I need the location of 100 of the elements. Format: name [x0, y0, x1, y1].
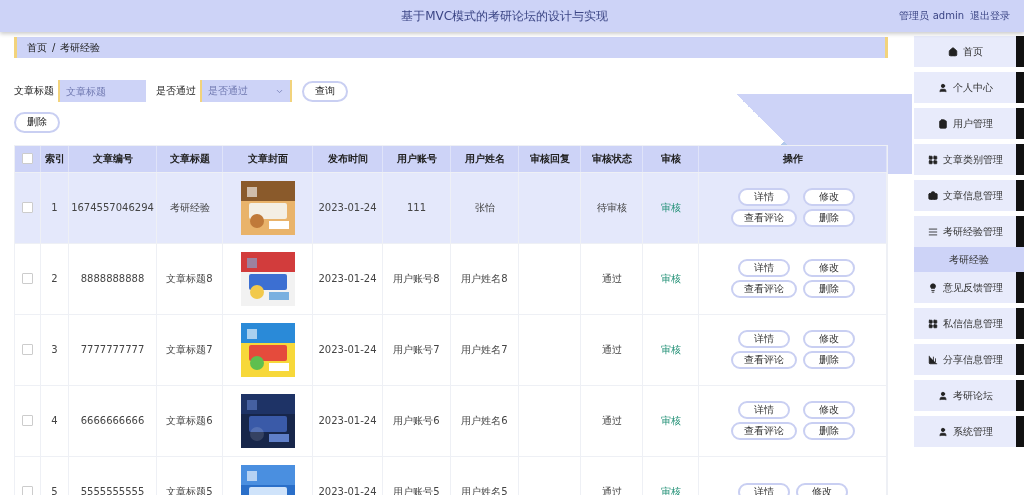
- menu-item[interactable]: 首页: [914, 36, 1024, 67]
- submenu-item[interactable]: 考研经验: [914, 247, 1024, 272]
- checkbox[interactable]: [22, 486, 33, 495]
- table-cell: 待审核: [581, 172, 643, 243]
- table-cell: 6666666666: [69, 385, 157, 456]
- lightbulb-icon: [927, 282, 938, 293]
- column-header: 审核回复: [519, 145, 581, 172]
- action-button[interactable]: 查看评论: [730, 422, 797, 440]
- user-label: 管理员 admin: [899, 9, 964, 23]
- table-cell: 8888888888: [69, 243, 157, 314]
- action-button[interactable]: 查看评论: [730, 209, 797, 227]
- app-title: 基于MVC模式的考研论坛的设计与实现: [400, 7, 610, 25]
- column-header: 操作: [699, 145, 887, 172]
- review-link[interactable]: 审核: [643, 314, 699, 385]
- menu-item[interactable]: 个人中心: [914, 72, 1024, 103]
- review-link[interactable]: 审核: [643, 385, 699, 456]
- action-button[interactable]: 删除: [802, 280, 855, 298]
- action-button[interactable]: 删除: [802, 351, 855, 369]
- table-cell: 2023-01-24: [313, 456, 383, 495]
- checkbox[interactable]: [22, 344, 33, 355]
- action-button[interactable]: 删除: [802, 209, 855, 227]
- person-icon: [937, 82, 948, 93]
- table-cell: 用户账号7: [383, 314, 451, 385]
- table-cell: 5555555555: [69, 456, 157, 495]
- breadcrumb-item: 考研经验: [60, 40, 101, 55]
- menu-item[interactable]: 文章类别管理: [914, 144, 1024, 175]
- checkbox[interactable]: [22, 415, 33, 426]
- table-cell: 3: [41, 314, 69, 385]
- menu-item[interactable]: 考研经验管理: [914, 216, 1024, 247]
- action-button[interactable]: 详情: [737, 259, 790, 277]
- table-cell: 5: [41, 456, 69, 495]
- table-row[interactable]: 1 1674557046294 考研经验 2023-01-24 111 张怡 待审核 审核 详情 修改 查看评论 删除: [15, 171, 887, 243]
- menu-item[interactable]: 文章信息管理: [914, 180, 1024, 211]
- table-cell: 张怡: [451, 172, 519, 243]
- table-cell: 文章标题6: [157, 385, 223, 456]
- action-button[interactable]: 详情: [737, 330, 790, 348]
- table-cell: 2023-01-24: [313, 385, 383, 456]
- person-icon: [937, 426, 948, 437]
- checkbox[interactable]: [22, 153, 33, 164]
- table-cell: 2: [41, 243, 69, 314]
- table-row[interactable]: 4 6666666666 文章标题6 2023-01-24 用户账号6 用户姓名6 通过 审核 详情 修改 查看评论 删除: [15, 384, 887, 456]
- table-cell: 考研经验: [157, 172, 223, 243]
- action-button[interactable]: 修改: [802, 259, 855, 277]
- table-cell: 7777777777: [69, 314, 157, 385]
- table-cell: 文章标题7: [157, 314, 223, 385]
- breadcrumb-item: /: [52, 42, 56, 53]
- action-button[interactable]: 查看评论: [730, 351, 797, 369]
- field-label: 是否通过: [156, 84, 196, 98]
- table-cell: 文章标题8: [157, 243, 223, 314]
- input-field[interactable]: 文章标题: [58, 80, 146, 102]
- column-header: 文章标题: [157, 145, 223, 172]
- table-cell: 2023-01-24: [313, 243, 383, 314]
- action-button[interactable]: 删除: [802, 422, 855, 440]
- menu-item[interactable]: 系统管理: [914, 416, 1024, 447]
- home-icon: [947, 46, 958, 57]
- action-button[interactable]: 修改: [802, 188, 855, 206]
- action-button[interactable]: 详情: [737, 188, 790, 206]
- table-cell: 4: [41, 385, 69, 456]
- action-button[interactable]: 详情: [737, 401, 790, 419]
- delete-button[interactable]: 删除: [14, 111, 60, 133]
- person-icon: [937, 390, 948, 401]
- table-cell: 用户账号6: [383, 385, 451, 456]
- action-button[interactable]: 修改: [802, 401, 855, 419]
- menu-item[interactable]: 分享信息管理: [914, 344, 1024, 375]
- menu-item[interactable]: 考研论坛: [914, 380, 1024, 411]
- menu-item[interactable]: 意见反馈管理: [914, 272, 1024, 303]
- table-cell: 2023-01-24: [313, 172, 383, 243]
- checkbox[interactable]: [22, 202, 33, 213]
- table-row[interactable]: 2 8888888888 文章标题8 2023-01-24 用户账号8 用户姓名8 通过 审核 详情 修改 查看评论 删除: [15, 242, 887, 314]
- table-cell: 1674557046294: [69, 172, 157, 243]
- table-cell: 通过: [581, 314, 643, 385]
- table-cell: 文章标题5: [157, 456, 223, 495]
- menu-item[interactable]: 用户管理: [914, 108, 1024, 139]
- table-cell: 111: [383, 172, 451, 243]
- list-icon: [927, 226, 938, 237]
- table-cell: 用户姓名8: [451, 243, 519, 314]
- column-header: 索引: [41, 145, 69, 172]
- table-cell: 用户账号8: [383, 243, 451, 314]
- action-button[interactable]: 修改: [802, 330, 855, 348]
- review-link[interactable]: 审核: [643, 243, 699, 314]
- action-button[interactable]: 详情: [737, 482, 790, 495]
- checkbox[interactable]: [22, 273, 33, 284]
- table-cell: 1: [41, 172, 69, 243]
- table-cell: 2023-01-24: [313, 314, 383, 385]
- menu-item[interactable]: 私信信息管理: [914, 308, 1024, 339]
- logout-link[interactable]: 退出登录: [970, 9, 1010, 23]
- column-header: 审核: [643, 145, 699, 172]
- column-header: 审核状态: [581, 145, 643, 172]
- column-header: 用户姓名: [451, 145, 519, 172]
- review-link[interactable]: 审核: [643, 172, 699, 243]
- field-label: 文章标题: [14, 84, 54, 98]
- table-cell: 用户姓名7: [451, 314, 519, 385]
- action-button[interactable]: 查看评论: [730, 280, 797, 298]
- search-button[interactable]: 查询: [302, 80, 348, 102]
- table-cell: 通过: [581, 385, 643, 456]
- column-header: 发布时间: [313, 145, 383, 172]
- breadcrumb-item: 首页: [27, 40, 47, 55]
- table-row[interactable]: 3 7777777777 文章标题7 2023-01-24 用户账号7 用户姓名7 通过 审核 详情 修改 查看评论 删除: [15, 313, 887, 385]
- bar-chart-icon: [927, 354, 938, 365]
- column-header: 文章编号: [69, 145, 157, 172]
